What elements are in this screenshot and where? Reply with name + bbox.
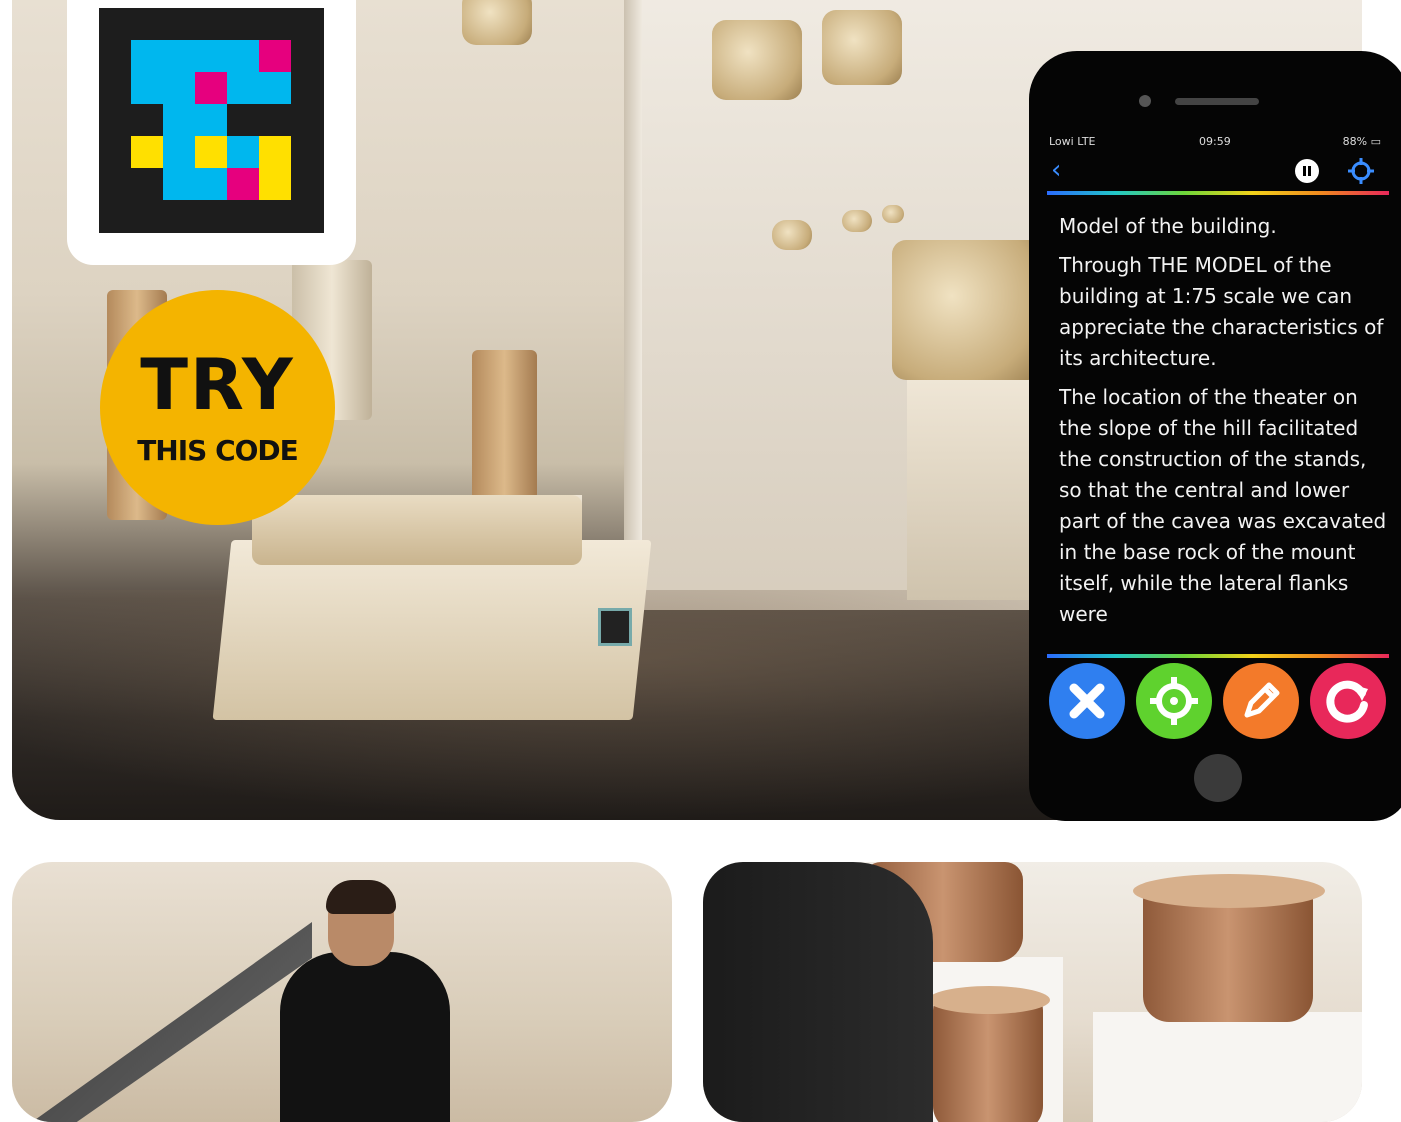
fragment-sculpture [882,205,904,223]
capital-sculpture [462,0,532,45]
clock: 09:59 [1199,135,1231,148]
chevron-left-icon[interactable]: ‹ [1051,157,1061,183]
fragment-sculpture [772,220,812,250]
access-code-card[interactable] [67,0,356,265]
capital-sculpture [822,10,902,85]
escalator [32,922,312,1122]
edit-button[interactable] [1223,663,1299,739]
earpiece-speaker [1175,98,1259,105]
try-this-code-badge: TRY THIS CODE [100,290,335,525]
capital-sculpture [892,240,1042,380]
visitor-holding-phone [703,862,933,1122]
article-paragraph: The location of the theater on the slope… [1059,385,1387,626]
locate-button[interactable] [1136,663,1212,739]
status-bar: Lowi LTE 09:59 88% ▭ [1049,135,1389,151]
theater-model [252,495,582,565]
bottom-divider [1047,654,1389,658]
exhibit-code-tag [598,608,632,646]
pause-icon[interactable] [1295,159,1319,183]
top-divider [1047,191,1389,195]
home-button[interactable] [1194,754,1242,802]
badge-title: TRY [140,344,295,426]
app-nav-bar: ‹ [1047,155,1389,189]
vessel-rim [928,986,1050,1014]
front-camera [1139,95,1151,107]
exhibit-description[interactable]: Model of the building. Through THE MODEL… [1059,211,1387,653]
battery-percent: 88% [1342,135,1368,148]
pottery-photo [703,862,1362,1122]
article-title: Model of the building. [1059,214,1277,238]
close-button[interactable] [1049,663,1125,739]
fragment-sculpture [842,210,872,232]
article-paragraph: Through THE MODEL of the building at 1:7… [1059,253,1384,370]
crosshair-icon [1150,677,1198,725]
badge-subtitle: THIS CODE [137,434,299,467]
refresh-button[interactable] [1310,663,1386,739]
phone-mockup: Lowi LTE 09:59 88% ▭ ‹ Model of the buil… [1029,51,1401,821]
action-buttons [1047,663,1389,739]
column-fragment [472,350,537,500]
carrier-label: Lowi LTE [1049,135,1096,148]
crosshair-icon[interactable] [1347,157,1375,185]
color-code-marker [99,8,324,233]
capital-sculpture [712,20,802,100]
wall-corner [624,0,642,610]
pencil-icon [1244,682,1280,718]
visitor-hair [326,880,396,914]
vessel-rim [1133,874,1325,908]
visitor [280,952,450,1122]
battery-label: 88% ▭ [1342,135,1381,148]
display-pedestal [1093,1012,1362,1122]
visitor-photo [12,862,672,1122]
model-display-case [212,540,652,720]
refresh-icon [1326,680,1368,723]
pedestal [907,380,1037,600]
close-icon [1069,683,1105,719]
